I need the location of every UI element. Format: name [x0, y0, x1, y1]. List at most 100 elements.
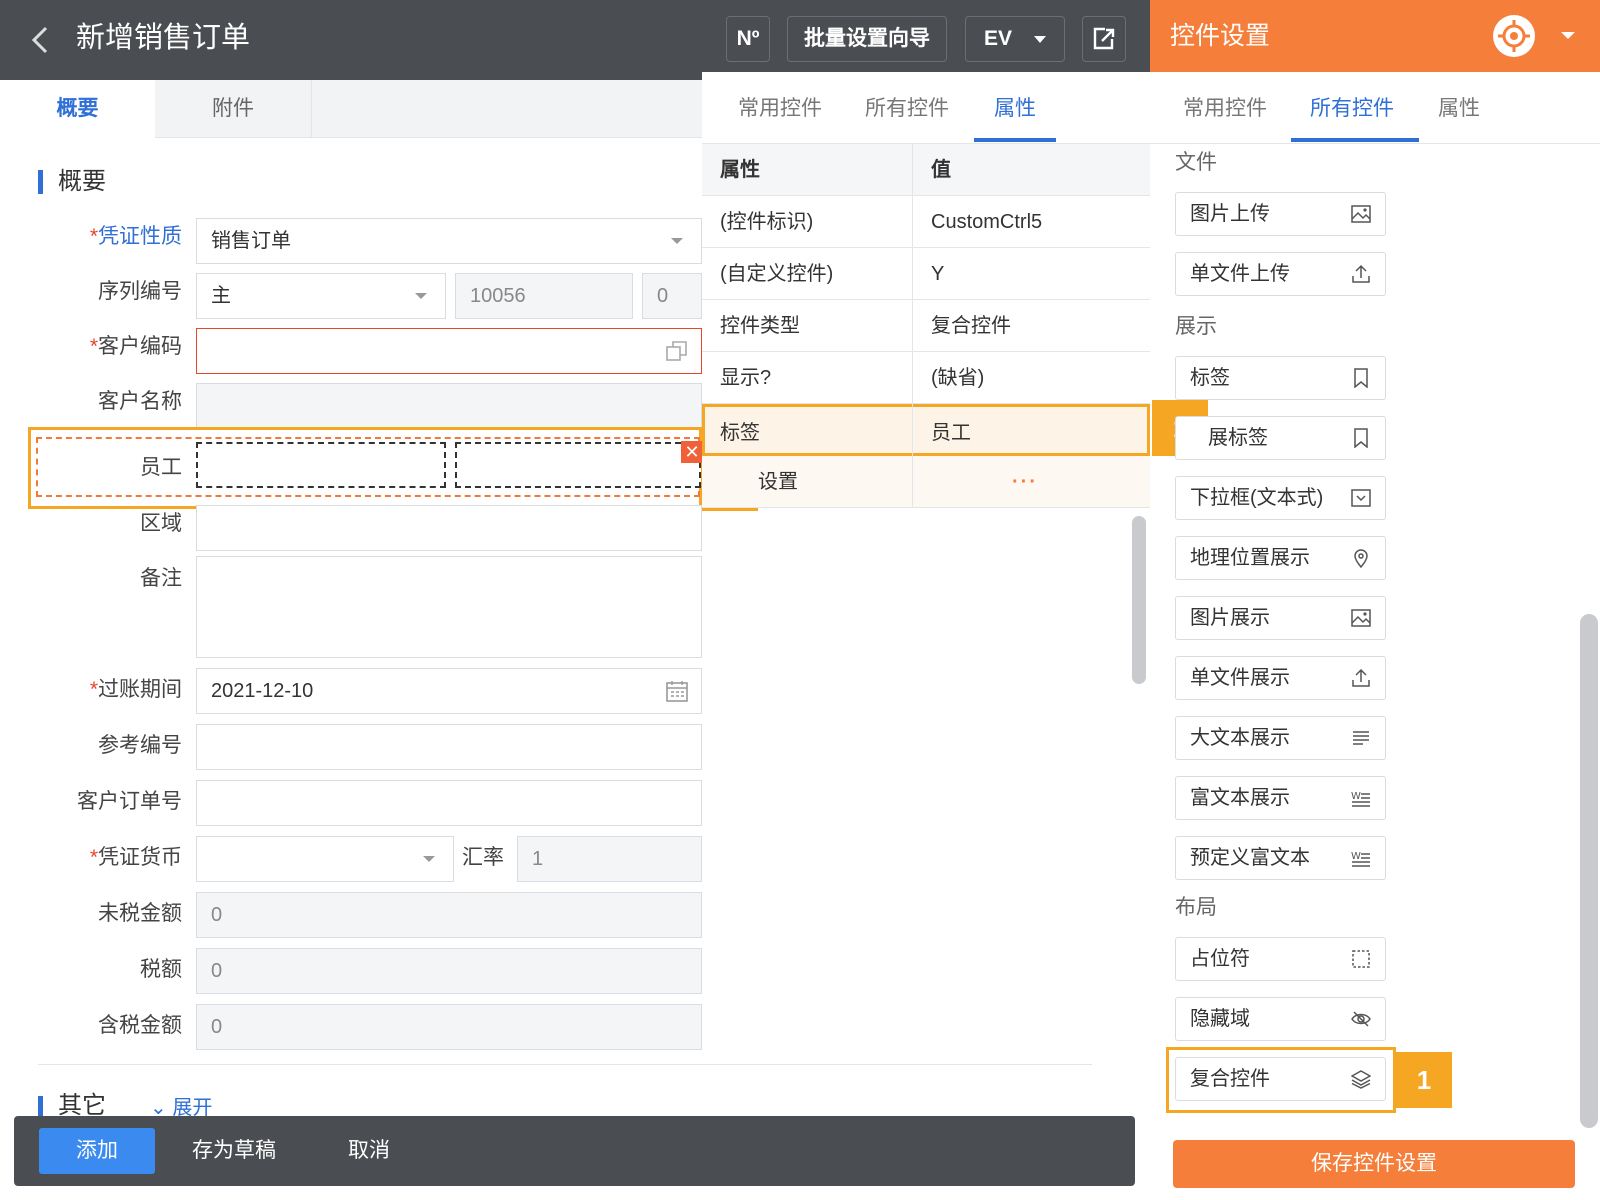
property-key: 标签 — [720, 422, 760, 444]
reference-no-input[interactable] — [196, 724, 702, 770]
language-dropdown[interactable]: EV — [965, 16, 1065, 62]
currency-label: *凭证货币 — [89, 846, 182, 869]
cancel-button[interactable]: 取消 — [348, 1128, 390, 1174]
taxed-amount-field: 0 — [196, 1004, 702, 1050]
serial-prefix-value: 主 — [211, 285, 231, 307]
tab-all-controls[interactable]: 所有控件 — [1310, 94, 1394, 124]
customer-code-input[interactable] — [196, 328, 702, 374]
property-row[interactable]: 显示? (缺省) — [702, 352, 1150, 404]
save-control-settings-button[interactable]: 保存控件设置 — [1173, 1140, 1575, 1188]
posting-period-input[interactable]: 2021-12-10 — [196, 668, 702, 714]
caret-down-icon[interactable] — [1561, 32, 1575, 39]
page-title: 新增销售订单 — [76, 22, 251, 54]
locate-target-button[interactable] — [1493, 15, 1535, 57]
voucher-type-select[interactable]: 销售订单 — [196, 218, 702, 264]
serial-prefix-select[interactable]: 主 — [196, 273, 446, 319]
column-header-key: 属性 — [720, 159, 760, 181]
layers-icon — [1351, 1070, 1371, 1089]
property-row[interactable]: 控件类型 复合控件 — [702, 300, 1150, 352]
external-link-icon — [1093, 27, 1115, 50]
remove-control-button[interactable]: ✕ — [681, 441, 703, 463]
ellipsis-button: ··· — [1012, 471, 1038, 493]
form-tabs: 概要 附件 — [0, 80, 702, 138]
control-predefined-rich-text[interactable]: 预定义富文本 W — [1175, 836, 1386, 880]
number-button[interactable]: Nº — [726, 16, 770, 62]
posting-period-label: *过账期间 — [89, 678, 182, 701]
currency-select[interactable] — [196, 836, 454, 882]
tab-overview[interactable]: 概要 — [0, 80, 155, 138]
customer-code-label: *客户编码 — [89, 335, 182, 358]
rich-text-icon: W — [1351, 851, 1370, 867]
group-title-display: 展示 — [1175, 315, 1217, 338]
control-expand-label[interactable]: 展标签 — [1175, 416, 1386, 460]
control-hidden-field[interactable]: 隐藏域 — [1175, 997, 1386, 1041]
control-single-file-display[interactable]: 单文件展示 — [1175, 656, 1386, 700]
control-library-tabs: 常用控件 所有控件 属性 — [1150, 72, 1600, 144]
language-label: EV — [984, 27, 1013, 50]
untaxed-amount-field: 0 — [196, 892, 702, 938]
property-row[interactable]: (自定义控件) Y — [702, 248, 1150, 300]
control-label: 复合控件 — [1190, 1068, 1270, 1090]
property-row-label-selected[interactable]: 标签 员工 — [702, 404, 1150, 456]
tab-attachments[interactable]: 附件 — [155, 80, 312, 138]
image-icon — [1351, 205, 1371, 223]
control-label: 单文件展示 — [1190, 667, 1290, 689]
property-row[interactable]: (控件标识) CustomCtrl5 — [702, 196, 1150, 248]
control-label: 地理位置展示 — [1190, 547, 1310, 569]
dropdown-box-icon — [1351, 489, 1371, 507]
tab-common-controls[interactable]: 常用控件 — [1183, 94, 1267, 124]
scrollbar-thumb[interactable] — [1580, 614, 1598, 1128]
serial-label: 序列编号 — [98, 280, 182, 303]
control-rich-text-display[interactable]: 富文本展示 W — [1175, 776, 1386, 820]
control-label: 富文本展示 — [1190, 787, 1290, 809]
serial-number-field: 10056 — [455, 273, 633, 319]
untaxed-amount-label: 未税金额 — [98, 902, 182, 925]
property-value: 员工 — [931, 422, 971, 444]
property-value: 复合控件 — [931, 315, 1011, 337]
control-long-text-display[interactable]: 大文本展示 — [1175, 716, 1386, 760]
employee-code-input[interactable] — [196, 442, 446, 488]
tab-properties[interactable]: 属性 — [1438, 94, 1480, 124]
control-label: 占位符 — [1190, 948, 1250, 970]
control-label: 隐藏域 — [1190, 1008, 1250, 1030]
export-button[interactable] — [1082, 16, 1126, 62]
voucher-type-label: *凭证性质 — [89, 225, 182, 248]
property-value: (缺省) — [931, 367, 985, 389]
customer-order-no-input[interactable] — [196, 780, 702, 826]
control-label: 预定义富文本 — [1190, 847, 1310, 869]
upload-icon — [1352, 264, 1370, 283]
tab-common-controls[interactable]: 常用控件 — [738, 94, 822, 124]
control-dropdown-text[interactable]: 下拉框(文本式) — [1175, 476, 1386, 520]
property-row[interactable]: 设置 ··· — [702, 456, 1150, 508]
control-single-file-upload[interactable]: 单文件上传 — [1175, 252, 1386, 296]
posting-period-value: 2021-12-10 — [211, 680, 314, 702]
control-label-display[interactable]: 标签 — [1175, 356, 1386, 400]
add-button[interactable]: 添加 — [39, 1128, 155, 1174]
control-location-display[interactable]: 地理位置展示 — [1175, 536, 1386, 580]
tab-properties[interactable]: 属性 — [994, 94, 1036, 124]
region-input[interactable] — [196, 505, 702, 551]
control-image-upload[interactable]: 图片上传 — [1175, 192, 1386, 236]
control-label: 展标签 — [1208, 427, 1268, 449]
employee-label: 员工 — [140, 456, 182, 479]
tab-all-controls[interactable]: 所有控件 — [865, 94, 949, 124]
control-placeholder[interactable]: 占位符 — [1175, 937, 1386, 981]
back-button[interactable] — [26, 22, 56, 58]
copy-lookup-icon[interactable] — [665, 339, 689, 363]
svg-text:W: W — [1351, 851, 1361, 862]
column-header-value: 值 — [931, 159, 951, 181]
employee-name-input[interactable] — [455, 442, 701, 488]
control-image-display[interactable]: 图片展示 — [1175, 596, 1386, 640]
batch-setup-wizard-button[interactable]: 批量设置向导 — [787, 16, 947, 62]
control-composite[interactable]: 复合控件 — [1175, 1057, 1386, 1101]
caret-down-icon — [1034, 36, 1046, 43]
exchange-rate-field: 1 — [517, 836, 702, 882]
scrollbar-thumb[interactable] — [1132, 516, 1146, 684]
tax-amount-label: 税额 — [140, 958, 182, 981]
divider — [38, 1064, 1092, 1065]
calendar-icon[interactable] — [665, 679, 689, 703]
bookmark-icon — [1354, 428, 1368, 448]
crosshair-icon — [1498, 20, 1530, 52]
save-draft-button[interactable]: 存为草稿 — [192, 1128, 276, 1174]
remark-textarea[interactable] — [196, 556, 702, 658]
